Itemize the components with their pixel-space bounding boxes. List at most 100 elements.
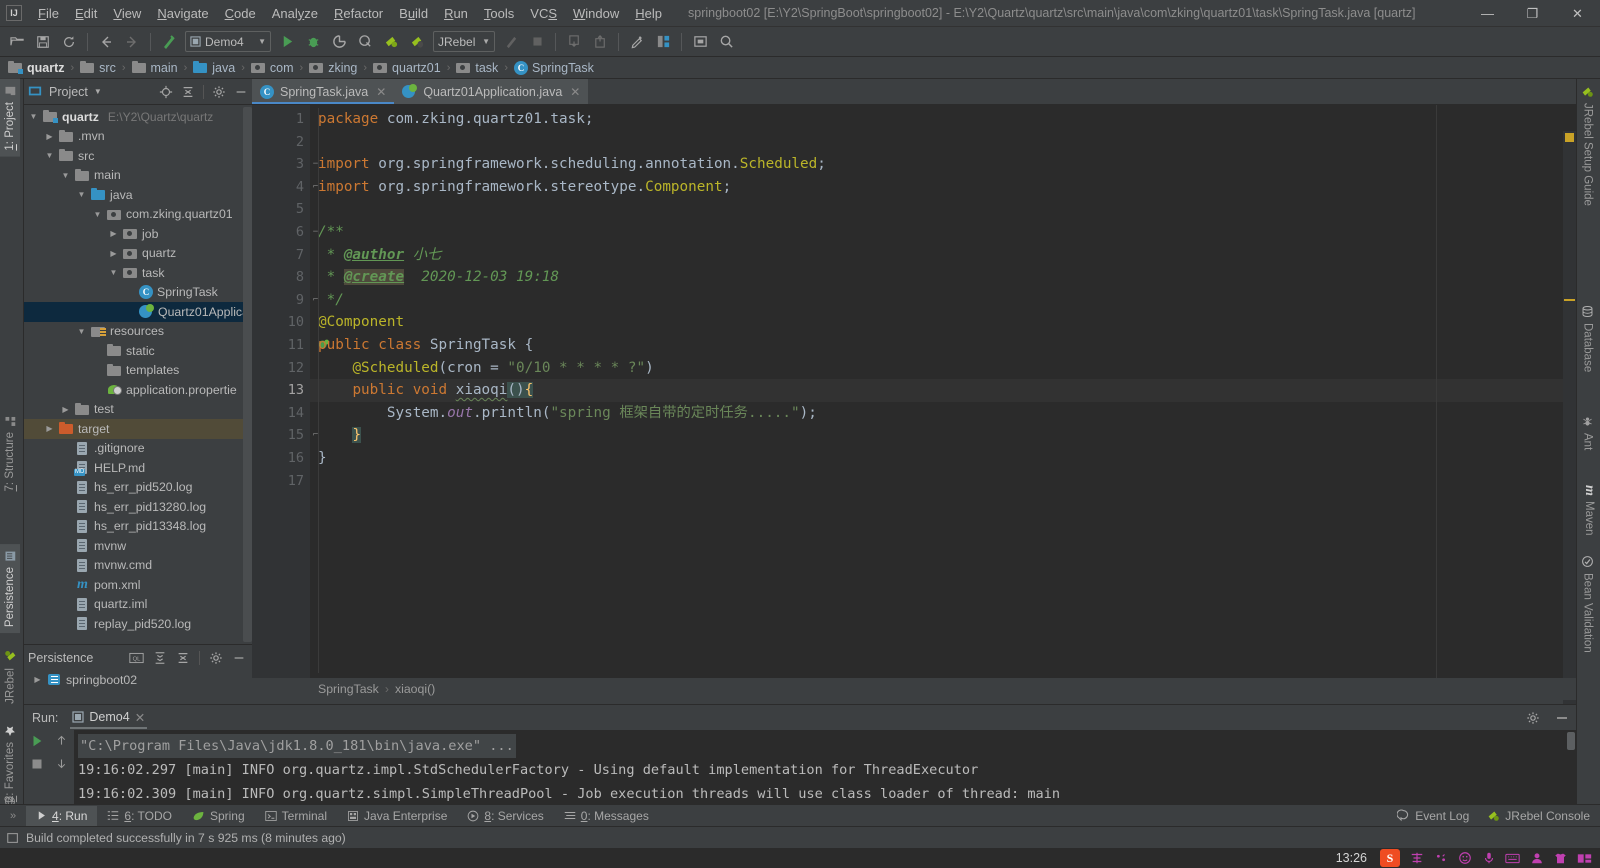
profile-icon[interactable] — [353, 30, 377, 54]
gutter-line-10[interactable]: 10 — [252, 311, 310, 334]
tree-node--mvn[interactable]: ▶ .mvn — [24, 127, 252, 147]
menu-help[interactable]: Help — [627, 3, 670, 24]
main-toolbar[interactable]: Demo4 ▼ JRebel ▼ — [0, 27, 1600, 57]
menu-tools[interactable]: Tools — [476, 3, 522, 24]
tree-node-pom-xml[interactable]: m pom.xml — [24, 575, 252, 595]
code-line-13[interactable]: public void xiaoqi(){ — [310, 379, 1576, 402]
tree-node-help-md[interactable]: HELP.md — [24, 458, 252, 478]
jrebel-run-icon[interactable] — [379, 30, 403, 54]
collapse-all-icon[interactable] — [176, 651, 190, 665]
code-line-17[interactable] — [318, 470, 1576, 493]
code-editor[interactable]: 123−4⌐56−789⌐10111213−1415⌐1617 package … — [252, 105, 1576, 726]
menu-build[interactable]: Build — [391, 3, 436, 24]
menu-navigate[interactable]: Navigate — [149, 3, 216, 24]
editor-breadcrumb[interactable]: SpringTask › xiaoqi() — [252, 678, 1576, 700]
scroll-up-icon[interactable] — [55, 734, 68, 747]
breadcrumb-item-zking[interactable]: zking — [307, 60, 359, 75]
bottom-tab-spring[interactable]: Spring — [182, 806, 255, 826]
project-tree[interactable]: ▼ quartz E:\Y2\Quartz\quartz ▶ .mvn ▼ src ▼ main… — [24, 105, 252, 644]
gutter-line-11[interactable]: 11 — [252, 334, 330, 357]
gutter-line-1[interactable]: 1 — [252, 108, 310, 131]
tree-node-resources[interactable]: ▼ resources — [24, 322, 252, 342]
tree-node-java[interactable]: ▼ java — [24, 185, 252, 205]
tool-window-button-ant[interactable]: Ant — [1577, 409, 1598, 456]
tree-node-hs-err-pid520-log[interactable]: hs_err_pid520.log — [24, 478, 252, 498]
tree-node-application-propertie[interactable]: application.propertie — [24, 380, 252, 400]
search-everywhere-icon[interactable] — [714, 30, 738, 54]
stripe-warning-mark[interactable] — [1565, 133, 1574, 142]
commit-icon[interactable] — [588, 30, 612, 54]
twisty-down-icon[interactable]: ▼ — [28, 112, 39, 121]
close-icon[interactable]: ✕ — [135, 710, 145, 725]
maximize-button[interactable]: ❐ — [1510, 0, 1555, 27]
code-line-14[interactable]: System.out.println("spring 框架自带的定时任务....… — [318, 402, 1576, 425]
twisty-down-icon[interactable]: ▼ — [76, 190, 87, 199]
code-line-4[interactable]: import org.springframework.stereotype.Co… — [318, 176, 1576, 199]
twisty-down-icon[interactable]: ▼ — [108, 268, 119, 277]
code-line-2[interactable] — [318, 131, 1576, 154]
jrebel-debug-icon[interactable] — [405, 30, 429, 54]
code-line-7[interactable]: * @author 小七 — [318, 244, 1576, 267]
bottom-tab-0-messages[interactable]: 0: Messages — [554, 806, 659, 826]
editor-gutter[interactable]: 123−4⌐56−789⌐10111213−1415⌐1617 — [252, 105, 330, 700]
hide-icon[interactable] — [232, 651, 246, 665]
code-line-5[interactable] — [318, 198, 1576, 221]
settings-icon[interactable] — [625, 30, 649, 54]
code-line-12[interactable]: @Scheduled(cron = "0/10 * * * * ?") — [318, 357, 1576, 380]
tool-window-button-1-project[interactable]: 1: Project — [0, 79, 20, 157]
close-icon[interactable]: ✕ — [570, 85, 580, 99]
tree-node-com-zking-quartz01[interactable]: ▼ com.zking.quartz01 — [24, 205, 252, 225]
code-line-1[interactable]: package com.zking.quartz01.task; — [318, 108, 1576, 131]
menu-bar[interactable]: File Edit View Navigate Code Analyze Refactor B… — [30, 3, 670, 24]
bottom-tab-4-run[interactable]: 4: Run — [26, 805, 98, 826]
persistence-node-springboot02[interactable]: ▶ springboot02 — [24, 670, 252, 690]
bottom-tabs[interactable]: 4: Run 6: TODO Spring Terminal Java Enterpri… — [26, 805, 659, 826]
editor-tab-quartz01application-java[interactable]: Quartz01Application.java ✕ — [394, 79, 589, 104]
gutter-line-2[interactable]: 2 — [252, 131, 310, 154]
gutter-line-9[interactable]: 9 ⌐ — [252, 289, 318, 312]
right-tool-window-bar[interactable]: JRebel Setup Guide Database Ant m Maven Bean … — [1576, 79, 1600, 804]
tree-node--gitignore[interactable]: .gitignore — [24, 439, 252, 459]
back-icon[interactable] — [94, 30, 118, 54]
tree-node-hs-err-pid13280-log[interactable]: hs_err_pid13280.log — [24, 497, 252, 517]
sogou-icon[interactable]: S — [1380, 849, 1400, 867]
twisty-down-icon[interactable]: ▼ — [76, 327, 87, 336]
tree-node-target[interactable]: ▶ target — [24, 419, 252, 439]
tree-node-templates[interactable]: templates — [24, 361, 252, 381]
editor-breadcrumb-item-springtask[interactable]: SpringTask — [318, 682, 379, 696]
tree-node-task[interactable]: ▼ task — [24, 263, 252, 283]
hide-icon[interactable] — [234, 85, 248, 99]
stop-icon[interactable] — [525, 30, 549, 54]
breadcrumb-item-quartz01[interactable]: quartz01 — [371, 60, 443, 75]
twisty-right-icon[interactable]: ▶ — [108, 249, 119, 258]
menu-view[interactable]: View — [105, 3, 149, 24]
ime-user-icon[interactable] — [1529, 851, 1544, 866]
menu-analyze[interactable]: Analyze — [264, 3, 326, 24]
stripe-change-mark[interactable] — [1564, 299, 1575, 301]
editor-text[interactable]: package com.zking.quartz01.task; import o… — [310, 105, 1576, 700]
breadcrumb-item-com[interactable]: com — [249, 60, 296, 75]
project-tree-scrollbar[interactable] — [243, 107, 252, 642]
expand-strip-icon[interactable]: » — [10, 810, 16, 822]
menu-file[interactable]: File — [30, 3, 67, 24]
minimize-button[interactable]: — — [1465, 0, 1510, 27]
collapse-all-icon[interactable] — [181, 85, 195, 99]
tool-window-button-maven[interactable]: m Maven — [1577, 479, 1600, 541]
menu-run[interactable]: Run — [436, 3, 476, 24]
menu-vcs[interactable]: VCS — [522, 3, 565, 24]
error-stripe[interactable] — [1563, 131, 1576, 726]
bottom-tab-event-log[interactable]: Event Log — [1397, 809, 1469, 823]
build-icon[interactable] — [157, 30, 181, 54]
twisty-right-icon[interactable]: ▶ — [32, 675, 43, 684]
run-side-toolbar[interactable] — [24, 730, 74, 805]
project-structure-icon[interactable] — [651, 30, 675, 54]
twisty-down-icon[interactable]: ▼ — [92, 210, 103, 219]
twisty-right-icon[interactable]: ▶ — [44, 424, 55, 433]
editor-breadcrumb-item-xiaoqi-[interactable]: xiaoqi() — [395, 682, 435, 696]
locate-icon[interactable] — [159, 85, 173, 99]
ime-emoji-icon[interactable] — [1457, 851, 1472, 866]
tree-node-hs-err-pid13348-log[interactable]: hs_err_pid13348.log — [24, 517, 252, 537]
gutter-line-12[interactable]: 12 — [252, 357, 310, 380]
gutter-line-8[interactable]: 8 — [252, 266, 310, 289]
persistence-tree[interactable]: ▶ springboot02 — [24, 670, 252, 690]
